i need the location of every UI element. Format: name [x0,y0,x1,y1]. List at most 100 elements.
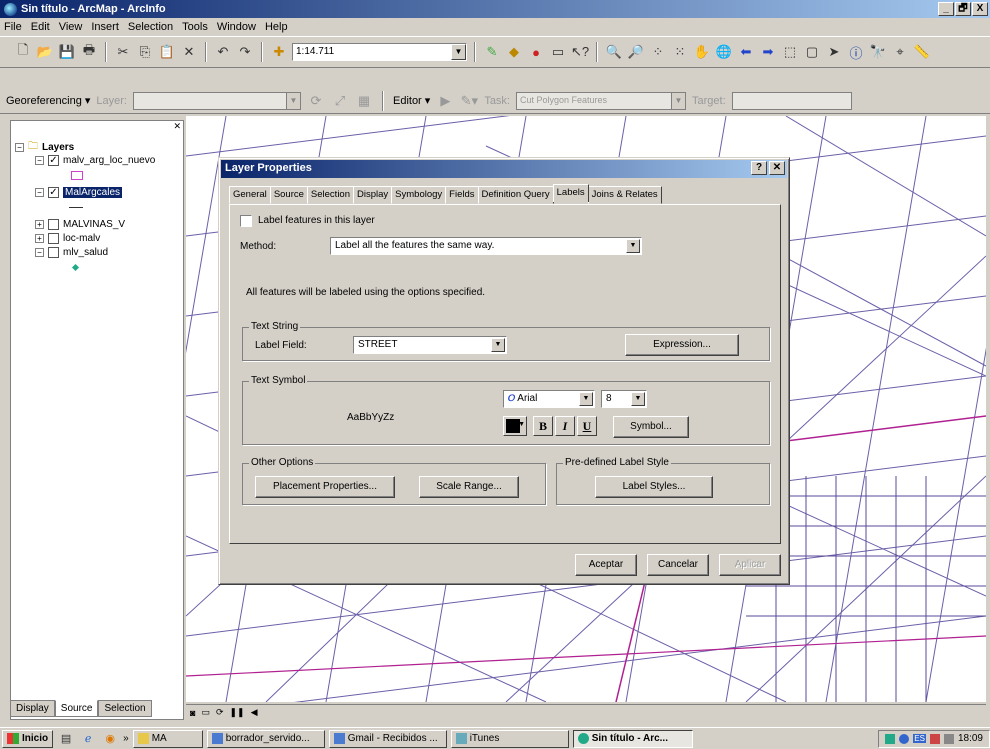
layer-visibility-checkbox[interactable] [48,219,59,230]
tab-selection[interactable]: Selection [98,700,152,717]
menu-window[interactable]: Window [217,21,256,33]
print-icon[interactable]: 🖶 [80,42,98,61]
pan-icon[interactable]: ✋ [693,43,711,61]
tray-volume-icon[interactable] [943,733,954,744]
data-view-icon[interactable]: ◙ [190,708,195,718]
task-borrador[interactable]: borrador_servido... [206,729,325,748]
symbol-button[interactable]: Symbol... [613,416,689,438]
paste-icon[interactable]: 📋 [158,43,176,61]
close-icon[interactable]: ✕ [173,121,181,132]
menu-view[interactable]: View [59,21,83,33]
save-icon[interactable]: 💾 [58,43,76,61]
menu-help[interactable]: Help [265,21,288,33]
apply-button[interactable]: Aplicar [719,554,781,576]
scale-range-button[interactable]: Scale Range... [419,476,519,498]
show-desktop-icon[interactable]: ▤ [57,730,75,748]
tab-symbology[interactable]: Symbology [391,186,447,204]
cut-icon[interactable]: ✂ [114,43,132,61]
line-symbol-swatch[interactable] [69,207,83,208]
refresh-icon[interactable]: ⟳ [216,707,224,718]
dialog-titlebar[interactable]: Layer Properties ? ✕ [221,160,787,178]
expression-button[interactable]: Expression... [625,334,739,356]
sketch-tool-icon[interactable]: ✎▾ [460,92,478,110]
tab-display[interactable]: Display [10,700,55,717]
zoom-in-icon[interactable]: 🔍 [605,43,623,61]
delete-icon[interactable]: ✕ [180,43,198,61]
bold-button[interactable]: B [533,416,553,436]
task-ma[interactable]: MA [132,729,203,748]
fixed-zoom-in-icon[interactable]: ⁘ [649,43,667,61]
new-document-icon[interactable]: 🗋 [14,42,32,61]
link-table-icon[interactable]: ▦ [355,92,373,110]
help-button[interactable]: ? [751,161,767,175]
whats-this-icon[interactable]: ↖? [571,43,589,61]
restore-button[interactable]: 🗗 [955,2,971,16]
select-elements-icon[interactable]: ➤ [825,43,843,61]
dialog-close-button[interactable]: ✕ [769,161,785,175]
toc-layer[interactable]: − ✓ MalArgcales [35,187,123,198]
tray-network-icon[interactable] [899,733,910,744]
chevron-down-icon[interactable]: ▼ [626,239,640,253]
text-color-picker[interactable]: ▼ [503,416,527,436]
italic-button[interactable]: I [555,416,575,436]
tab-source[interactable]: Source [54,700,99,717]
add-control-points-icon[interactable]: ⤢ [331,92,349,110]
language-indicator[interactable]: ES [913,734,926,743]
tab-selection[interactable]: Selection [306,186,355,204]
go-to-xy-icon[interactable]: ⌖ [891,43,909,61]
layer-visibility-checkbox[interactable] [48,233,59,244]
layer-visibility-checkbox[interactable]: ✓ [48,187,59,198]
expand-icon[interactable]: + [35,220,44,229]
map-scale-combo[interactable]: 1:14.711 ▼ [292,43,467,61]
collapse-icon[interactable]: − [35,248,44,257]
menu-file[interactable]: File [4,21,22,33]
add-data-icon[interactable]: ✚ [270,43,288,61]
chevron-down-icon[interactable]: ▼ [451,44,466,60]
editor-toolbar-icon[interactable]: ✎ [483,43,501,61]
find-icon[interactable]: 🔭 [869,43,887,61]
tray-security-icon[interactable] [929,733,940,744]
select-features-icon[interactable]: ⬚ [781,43,799,61]
copy-icon[interactable]: ⎘ [136,43,154,61]
undo-icon[interactable]: ↶ [214,43,232,61]
menu-edit[interactable]: Edit [31,21,50,33]
tab-joins-relates[interactable]: Joins & Relates [587,186,662,204]
clear-selection-icon[interactable]: ▢ [803,43,821,61]
arctoolbox-icon[interactable]: ● [527,43,545,61]
task-arcmap[interactable]: Sin título - Arc... [572,729,693,748]
quicklaunch-overflow-icon[interactable]: » [123,733,129,744]
georeferencing-menu[interactable]: Georeferencing ▾ [6,94,90,107]
edit-tool-icon[interactable]: ▶ [436,92,454,110]
polygon-symbol-swatch[interactable] [71,171,83,180]
label-field-select[interactable]: STREET ▼ [353,336,507,354]
menu-insert[interactable]: Insert [91,21,119,33]
rotate-icon[interactable]: ⟳ [307,92,325,110]
identify-icon[interactable]: ⓘ [847,43,865,61]
toc-layer[interactable]: + MALVINAS_V [35,219,125,230]
internet-explorer-icon[interactable]: ℯ [79,730,97,748]
toc-layer[interactable]: − mlv_salud [35,247,108,258]
expand-icon[interactable]: + [35,234,44,243]
arccatalog-icon[interactable]: ◆ [505,43,523,61]
method-select[interactable]: Label all the features the same way. ▼ [330,237,642,255]
menu-tools[interactable]: Tools [182,21,208,33]
point-symbol-icon[interactable] [71,263,80,272]
pause-icon[interactable]: ❚❚ [230,707,245,718]
toc-root[interactable]: − 🗀 Layers [15,139,74,156]
chevron-down-icon[interactable]: ▼ [671,92,685,109]
full-extent-icon[interactable]: 🌐 [715,43,733,61]
target-combo[interactable] [731,91,852,110]
media-player-icon[interactable]: ◉ [101,730,119,748]
tab-labels[interactable]: Labels [552,184,589,202]
open-folder-icon[interactable]: 📂 [36,43,54,61]
fixed-zoom-out-icon[interactable]: ⁙ [671,43,689,61]
back-arrow-icon[interactable]: ⬅ [737,43,755,61]
font-select[interactable]: 𝑂 Arial ▼ [503,390,595,408]
collapse-icon[interactable]: − [15,143,24,152]
editor-menu[interactable]: Editor ▾ [393,94,430,107]
collapse-icon[interactable]: − [35,188,44,197]
task-combo[interactable]: Cut Polygon Features ▼ [516,91,686,110]
task-itunes[interactable]: iTunes [450,729,569,748]
layer-visibility-checkbox[interactable]: ✓ [48,155,59,166]
tab-definition-query[interactable]: Definition Query [477,186,554,204]
